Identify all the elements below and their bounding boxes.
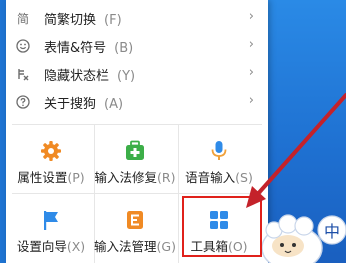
mascot-character-text: 中 [324, 222, 340, 241]
mascot-sticker-icon: 中 [262, 214, 346, 263]
